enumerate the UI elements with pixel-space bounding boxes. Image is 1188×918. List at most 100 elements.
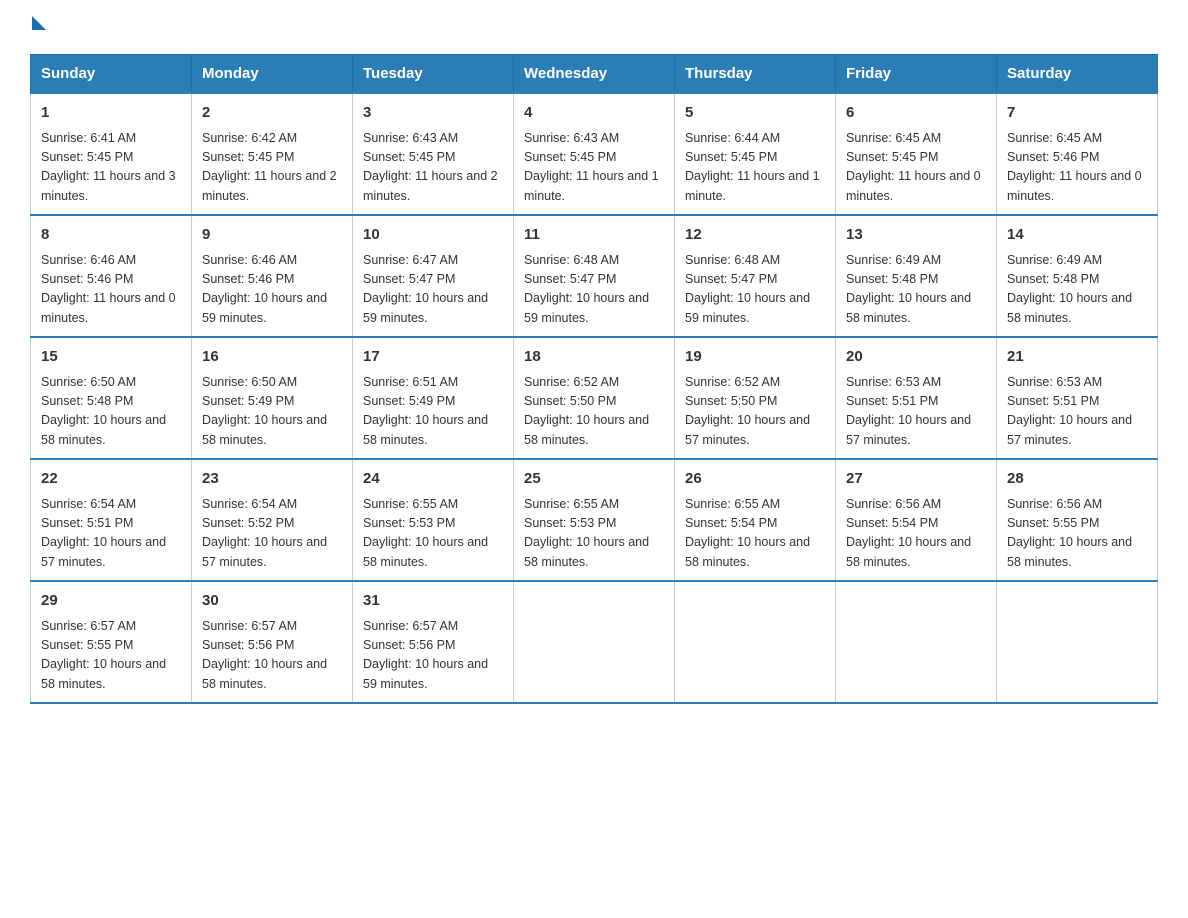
day-info: Sunrise: 6:57 AMSunset: 5:56 PMDaylight:… <box>363 617 503 695</box>
calendar-cell: 19 Sunrise: 6:52 AMSunset: 5:50 PMDayligh… <box>675 337 836 459</box>
day-number: 13 <box>846 224 986 247</box>
day-info: Sunrise: 6:52 AMSunset: 5:50 PMDaylight:… <box>685 373 825 451</box>
calendar-cell: 29 Sunrise: 6:57 AMSunset: 5:55 PMDayligh… <box>31 581 192 703</box>
calendar-cell: 21 Sunrise: 6:53 AMSunset: 5:51 PMDayligh… <box>997 337 1158 459</box>
calendar-cell: 20 Sunrise: 6:53 AMSunset: 5:51 PMDayligh… <box>836 337 997 459</box>
day-info: Sunrise: 6:46 AMSunset: 5:46 PMDaylight:… <box>41 251 181 329</box>
calendar-cell: 2 Sunrise: 6:42 AMSunset: 5:45 PMDaylight… <box>192 93 353 215</box>
day-number: 11 <box>524 224 664 247</box>
calendar-cell: 26 Sunrise: 6:55 AMSunset: 5:54 PMDayligh… <box>675 459 836 581</box>
calendar-cell: 8 Sunrise: 6:46 AMSunset: 5:46 PMDaylight… <box>31 215 192 337</box>
logo-arrow-icon <box>32 16 46 30</box>
day-number: 9 <box>202 224 342 247</box>
day-info: Sunrise: 6:53 AMSunset: 5:51 PMDaylight:… <box>846 373 986 451</box>
day-number: 5 <box>685 102 825 125</box>
day-info: Sunrise: 6:48 AMSunset: 5:47 PMDaylight:… <box>685 251 825 329</box>
day-number: 16 <box>202 346 342 369</box>
calendar-cell: 25 Sunrise: 6:55 AMSunset: 5:53 PMDayligh… <box>514 459 675 581</box>
day-number: 30 <box>202 590 342 613</box>
day-info: Sunrise: 6:55 AMSunset: 5:53 PMDaylight:… <box>524 495 664 573</box>
day-info: Sunrise: 6:53 AMSunset: 5:51 PMDaylight:… <box>1007 373 1147 451</box>
day-number: 4 <box>524 102 664 125</box>
calendar-header-row: SundayMondayTuesdayWednesdayThursdayFrid… <box>31 55 1158 94</box>
day-number: 18 <box>524 346 664 369</box>
week-row-3: 15 Sunrise: 6:50 AMSunset: 5:48 PMDayligh… <box>31 337 1158 459</box>
calendar-cell: 9 Sunrise: 6:46 AMSunset: 5:46 PMDaylight… <box>192 215 353 337</box>
calendar-cell: 23 Sunrise: 6:54 AMSunset: 5:52 PMDayligh… <box>192 459 353 581</box>
column-header-monday: Monday <box>192 55 353 94</box>
day-info: Sunrise: 6:55 AMSunset: 5:53 PMDaylight:… <box>363 495 503 573</box>
day-info: Sunrise: 6:51 AMSunset: 5:49 PMDaylight:… <box>363 373 503 451</box>
calendar-cell: 15 Sunrise: 6:50 AMSunset: 5:48 PMDayligh… <box>31 337 192 459</box>
calendar-cell: 18Sunrise: 6:52 AMSunset: 5:50 PMDayligh… <box>514 337 675 459</box>
day-info: Sunrise: 6:43 AMSunset: 5:45 PMDaylight:… <box>363 129 503 207</box>
day-info: Sunrise: 6:41 AMSunset: 5:45 PMDaylight:… <box>41 129 181 207</box>
week-row-4: 22 Sunrise: 6:54 AMSunset: 5:51 PMDayligh… <box>31 459 1158 581</box>
day-number: 21 <box>1007 346 1147 369</box>
day-number: 6 <box>846 102 986 125</box>
day-info: Sunrise: 6:44 AMSunset: 5:45 PMDaylight:… <box>685 129 825 207</box>
day-info: Sunrise: 6:49 AMSunset: 5:48 PMDaylight:… <box>1007 251 1147 329</box>
calendar-cell: 10Sunrise: 6:47 AMSunset: 5:47 PMDayligh… <box>353 215 514 337</box>
day-info: Sunrise: 6:45 AMSunset: 5:46 PMDaylight:… <box>1007 129 1147 207</box>
day-info: Sunrise: 6:50 AMSunset: 5:49 PMDaylight:… <box>202 373 342 451</box>
calendar-cell: 28 Sunrise: 6:56 AMSunset: 5:55 PMDayligh… <box>997 459 1158 581</box>
day-number: 7 <box>1007 102 1147 125</box>
week-row-1: 1Sunrise: 6:41 AMSunset: 5:45 PMDaylight… <box>31 93 1158 215</box>
day-info: Sunrise: 6:49 AMSunset: 5:48 PMDaylight:… <box>846 251 986 329</box>
day-info: Sunrise: 6:48 AMSunset: 5:47 PMDaylight:… <box>524 251 664 329</box>
calendar-cell: 6 Sunrise: 6:45 AMSunset: 5:45 PMDaylight… <box>836 93 997 215</box>
calendar-cell <box>836 581 997 703</box>
column-header-saturday: Saturday <box>997 55 1158 94</box>
column-header-friday: Friday <box>836 55 997 94</box>
day-number: 27 <box>846 468 986 491</box>
day-number: 31 <box>363 590 503 613</box>
week-row-5: 29 Sunrise: 6:57 AMSunset: 5:55 PMDayligh… <box>31 581 1158 703</box>
day-info: Sunrise: 6:46 AMSunset: 5:46 PMDaylight:… <box>202 251 342 329</box>
day-number: 8 <box>41 224 181 247</box>
day-number: 12 <box>685 224 825 247</box>
calendar-cell: 3 Sunrise: 6:43 AMSunset: 5:45 PMDaylight… <box>353 93 514 215</box>
day-info: Sunrise: 6:55 AMSunset: 5:54 PMDaylight:… <box>685 495 825 573</box>
day-info: Sunrise: 6:43 AMSunset: 5:45 PMDaylight:… <box>524 129 664 207</box>
day-info: Sunrise: 6:57 AMSunset: 5:56 PMDaylight:… <box>202 617 342 695</box>
day-info: Sunrise: 6:56 AMSunset: 5:54 PMDaylight:… <box>846 495 986 573</box>
calendar-cell: 16 Sunrise: 6:50 AMSunset: 5:49 PMDayligh… <box>192 337 353 459</box>
calendar-cell: 12 Sunrise: 6:48 AMSunset: 5:47 PMDayligh… <box>675 215 836 337</box>
day-number: 29 <box>41 590 181 613</box>
day-number: 28 <box>1007 468 1147 491</box>
page-header <box>30 20 1158 34</box>
calendar-cell: 24Sunrise: 6:55 AMSunset: 5:53 PMDayligh… <box>353 459 514 581</box>
day-number: 3 <box>363 102 503 125</box>
day-number: 17 <box>363 346 503 369</box>
day-number: 20 <box>846 346 986 369</box>
calendar-cell: 5 Sunrise: 6:44 AMSunset: 5:45 PMDaylight… <box>675 93 836 215</box>
day-number: 2 <box>202 102 342 125</box>
day-number: 25 <box>524 468 664 491</box>
calendar-cell <box>675 581 836 703</box>
day-number: 10 <box>363 224 503 247</box>
calendar-cell: 22 Sunrise: 6:54 AMSunset: 5:51 PMDayligh… <box>31 459 192 581</box>
calendar-cell <box>514 581 675 703</box>
calendar-cell: 30 Sunrise: 6:57 AMSunset: 5:56 PMDayligh… <box>192 581 353 703</box>
calendar-cell: 17 Sunrise: 6:51 AMSunset: 5:49 PMDayligh… <box>353 337 514 459</box>
day-info: Sunrise: 6:45 AMSunset: 5:45 PMDaylight:… <box>846 129 986 207</box>
day-info: Sunrise: 6:42 AMSunset: 5:45 PMDaylight:… <box>202 129 342 207</box>
calendar-cell <box>997 581 1158 703</box>
day-info: Sunrise: 6:56 AMSunset: 5:55 PMDaylight:… <box>1007 495 1147 573</box>
day-info: Sunrise: 6:54 AMSunset: 5:52 PMDaylight:… <box>202 495 342 573</box>
week-row-2: 8 Sunrise: 6:46 AMSunset: 5:46 PMDaylight… <box>31 215 1158 337</box>
day-info: Sunrise: 6:57 AMSunset: 5:55 PMDaylight:… <box>41 617 181 695</box>
day-number: 23 <box>202 468 342 491</box>
day-number: 19 <box>685 346 825 369</box>
day-info: Sunrise: 6:54 AMSunset: 5:51 PMDaylight:… <box>41 495 181 573</box>
day-number: 22 <box>41 468 181 491</box>
calendar-cell: 14Sunrise: 6:49 AMSunset: 5:48 PMDayligh… <box>997 215 1158 337</box>
day-number: 15 <box>41 346 181 369</box>
calendar-cell: 4 Sunrise: 6:43 AMSunset: 5:45 PMDaylight… <box>514 93 675 215</box>
column-header-thursday: Thursday <box>675 55 836 94</box>
calendar-cell: 1Sunrise: 6:41 AMSunset: 5:45 PMDaylight… <box>31 93 192 215</box>
day-number: 26 <box>685 468 825 491</box>
day-info: Sunrise: 6:50 AMSunset: 5:48 PMDaylight:… <box>41 373 181 451</box>
calendar-cell: 13 Sunrise: 6:49 AMSunset: 5:48 PMDayligh… <box>836 215 997 337</box>
